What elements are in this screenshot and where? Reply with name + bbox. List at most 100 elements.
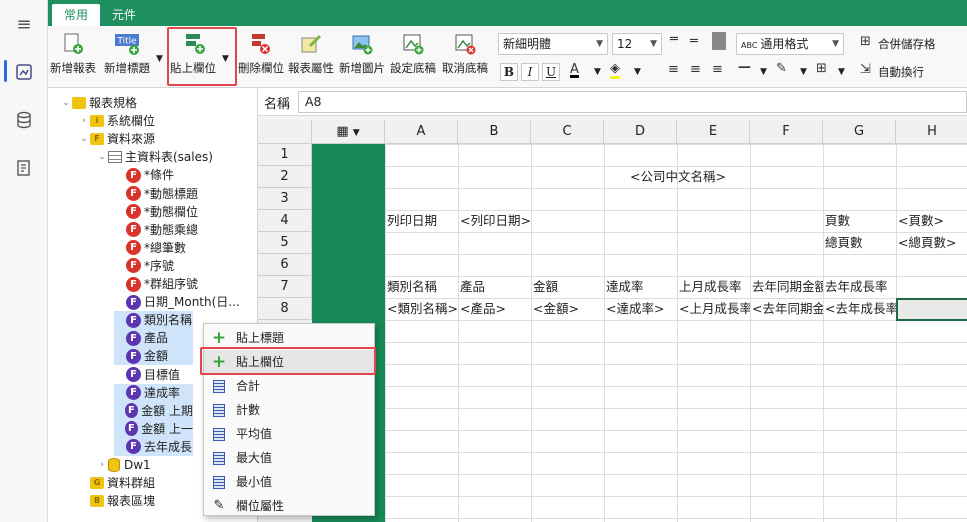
sheet-cell-text[interactable]: <類別名稱>: [387, 298, 458, 320]
align-left-icon[interactable]: ≡: [668, 62, 679, 77]
tree-node[interactable]: F 產品: [114, 329, 193, 348]
sheet-cell-text[interactable]: 產品: [460, 276, 531, 298]
column-header[interactable]: F: [750, 120, 823, 144]
align-bar-icon[interactable]: [712, 32, 726, 50]
sheet-cell-text[interactable]: 列印日期: [387, 210, 458, 232]
border-color-dropdown[interactable]: ▼: [800, 67, 807, 77]
column-header[interactable]: B: [458, 120, 531, 144]
tree-node[interactable]: ⌄ 報表規格: [60, 94, 137, 112]
set-background-button[interactable]: 設定底稿: [390, 32, 436, 84]
borders-dropdown[interactable]: ▼: [838, 67, 845, 77]
tree-node[interactable]: › Dw1: [96, 456, 151, 474]
sheet-cell-text[interactable]: 達成率: [606, 276, 677, 298]
sheet-cell-text[interactable]: <達成率>: [606, 298, 677, 320]
font-color-button[interactable]: A: [570, 62, 579, 77]
border-style-dropdown[interactable]: ▼: [760, 67, 767, 77]
database-icon[interactable]: [12, 108, 36, 132]
menu-icon[interactable]: ≡: [12, 12, 36, 36]
sheet-cell-text[interactable]: 去年同期金額: [752, 276, 823, 298]
tree-node[interactable]: F *群組序號: [114, 275, 198, 293]
report-icon[interactable]: [12, 60, 36, 84]
merge-cells-icon[interactable]: ⊞: [860, 34, 871, 49]
context-menu-item[interactable]: 最小值: [204, 470, 374, 494]
fill-color-dropdown[interactable]: ▼: [634, 67, 641, 77]
report-properties-button[interactable]: 報表屬性: [288, 32, 334, 84]
row-header[interactable]: 7: [258, 276, 312, 298]
tree-node[interactable]: F 類別名稱: [114, 311, 193, 330]
column-header[interactable]: D: [604, 120, 677, 144]
sheet-cell-text[interactable]: <去年成長率>: [825, 298, 896, 320]
merge-cells-label[interactable]: 合併儲存格: [878, 36, 936, 52]
column-header[interactable]: C: [531, 120, 604, 144]
context-menu-item[interactable]: ✎ 欄位屬性: [204, 494, 374, 518]
tree-node[interactable]: F *動態欄位: [114, 203, 198, 221]
paste-field-button[interactable]: 貼上欄位: [170, 32, 216, 84]
tab-common[interactable]: 常用: [52, 4, 101, 26]
sheet-cell-text[interactable]: 類別名稱: [387, 276, 458, 298]
column-header[interactable]: E: [677, 120, 750, 144]
new-report-button[interactable]: 新增報表: [50, 32, 96, 84]
tree-node[interactable]: F 去年成長: [114, 437, 193, 456]
row-header[interactable]: 8: [258, 298, 312, 320]
font-family-select[interactable]: 新細明體 ▼: [498, 33, 608, 55]
expand-toggle-icon[interactable]: ›: [96, 456, 108, 474]
sheet-cell-text[interactable]: 頁數: [825, 210, 896, 232]
column-header[interactable]: H: [896, 120, 967, 144]
sheet-cell-text[interactable]: <列印日期>: [460, 210, 531, 232]
borders-icon[interactable]: ⊞: [816, 61, 827, 76]
tree-node[interactable]: ⌄ F 資料來源: [78, 130, 155, 148]
tree-node[interactable]: › i 系統欄位: [78, 112, 155, 130]
sheet-cell-text[interactable]: 上月成長率: [679, 276, 750, 298]
tree-node[interactable]: G 資料群組: [78, 474, 155, 492]
sheet-cell-text[interactable]: 總頁數: [825, 232, 896, 254]
tree-node[interactable]: F *動態標題: [114, 185, 198, 203]
border-style-icon[interactable]: —: [738, 60, 751, 75]
font-color-dropdown[interactable]: ▼: [594, 67, 601, 77]
context-menu-item[interactable]: 計數: [204, 398, 374, 422]
expand-toggle-icon[interactable]: ⌄: [78, 130, 90, 148]
sheet-cell-text[interactable]: <總頁數>: [898, 232, 967, 254]
row-header[interactable]: 4: [258, 210, 312, 232]
tab-components[interactable]: 元件: [100, 4, 148, 26]
fill-color-icon[interactable]: ◈: [610, 61, 620, 79]
sheet-cell-text[interactable]: <公司中文名稱>: [387, 166, 967, 188]
bold-button[interactable]: B: [500, 63, 518, 81]
new-image-button[interactable]: 新增圖片: [339, 32, 385, 84]
expand-toggle-icon[interactable]: ⌄: [60, 94, 72, 112]
new-title-dropdown[interactable]: ▼: [156, 54, 163, 64]
sheet-cell-text[interactable]: 去年成長率: [825, 276, 896, 298]
sheet-cell-text[interactable]: <上月成長率>: [679, 298, 750, 320]
tree-node[interactable]: F *序號: [114, 257, 174, 275]
tree-node[interactable]: F 日期_Month(日...: [114, 293, 240, 311]
italic-button[interactable]: I: [521, 63, 539, 81]
tree-node[interactable]: F 目標值: [114, 366, 180, 384]
row-header[interactable]: 1: [258, 144, 312, 166]
tree-node[interactable]: B 報表區塊: [78, 492, 155, 510]
sheet-cell-text[interactable]: 金額: [533, 276, 604, 298]
border-color-icon[interactable]: ✎: [776, 61, 787, 76]
selected-cell[interactable]: [896, 298, 967, 321]
name-input[interactable]: A8: [298, 91, 967, 113]
row-header[interactable]: 6: [258, 254, 312, 276]
column-header[interactable]: G: [823, 120, 896, 144]
row-header[interactable]: 3: [258, 188, 312, 210]
tree-node[interactable]: F *總筆數: [114, 239, 186, 257]
decrease-font-icon[interactable]: ═: [690, 34, 698, 49]
tree-node[interactable]: F *條件: [114, 166, 174, 184]
sheet-cell-text[interactable]: <金額>: [533, 298, 604, 320]
number-format-select[interactable]: ABC 通用格式 ▼: [736, 33, 844, 55]
increase-font-icon[interactable]: ═: [670, 32, 678, 47]
tree-node[interactable]: F 達成率: [114, 383, 193, 402]
context-menu-item[interactable]: 平均值: [204, 422, 374, 446]
cancel-background-button[interactable]: 取消底稿: [442, 32, 488, 84]
sheet-cell-text[interactable]: <頁數>: [898, 210, 967, 232]
row-header[interactable]: 5: [258, 232, 312, 254]
new-title-button[interactable]: Title 新增標題: [104, 32, 150, 84]
delete-field-button[interactable]: 刪除欄位: [238, 32, 284, 84]
column-options-button[interactable]: ▦ ▼: [312, 120, 385, 144]
tree-node[interactable]: F 金額: [114, 347, 193, 366]
expand-toggle-icon[interactable]: ⌄: [96, 148, 108, 166]
align-right-icon[interactable]: ≡: [712, 62, 723, 77]
context-menu-item[interactable]: 合計: [204, 374, 374, 398]
expand-toggle-icon[interactable]: ›: [78, 112, 90, 130]
